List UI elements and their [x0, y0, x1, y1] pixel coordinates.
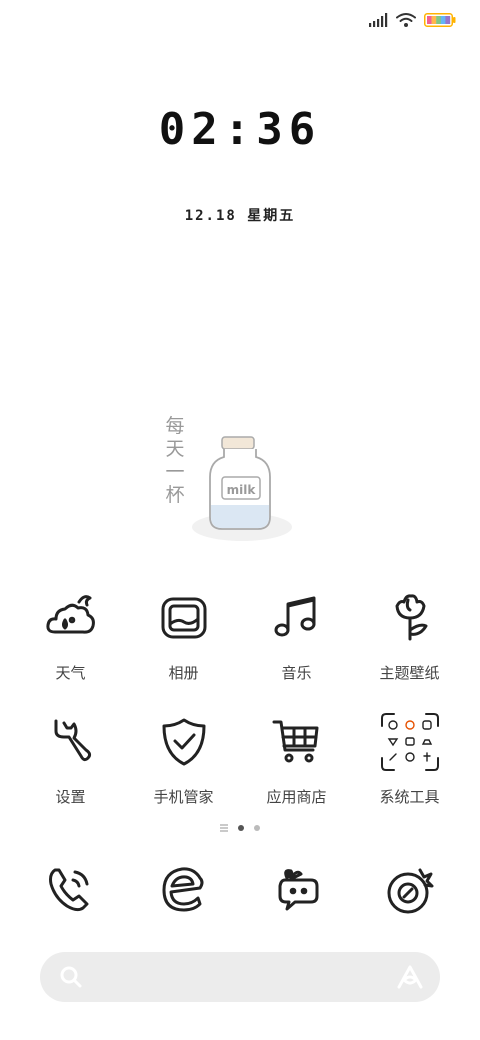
signal-icon — [369, 13, 388, 27]
status-bar — [368, 8, 456, 32]
battery-icon — [424, 13, 456, 27]
messages-icon — [271, 864, 323, 916]
phone-icon — [45, 864, 97, 916]
dock-camera[interactable] — [353, 864, 466, 916]
milk-widget[interactable]: 每 天 一 杯 milk — [150, 405, 310, 555]
music-icon — [271, 592, 323, 644]
settings-icon — [45, 716, 97, 768]
app-label: 系统工具 — [379, 789, 440, 806]
app-label: 音乐 — [281, 665, 312, 682]
app-weather[interactable]: 天气 — [14, 592, 127, 683]
gallery-icon — [158, 592, 210, 644]
app-label: 设置 — [55, 789, 86, 806]
app-row-2: 设置 手机管家 应用商店 系统工具 — [0, 713, 480, 807]
clock-date[interactable]: 12.18 星期五 — [0, 205, 480, 225]
security-icon — [158, 716, 210, 768]
app-label: 应用商店 — [266, 789, 327, 806]
app-music[interactable]: 音乐 — [240, 592, 353, 683]
browser-icon — [158, 864, 210, 916]
app-store-icon — [271, 716, 323, 768]
battery-level-segment — [427, 16, 432, 24]
app-label: 手机管家 — [153, 789, 214, 806]
app-row-1: 天气 相册 音乐 主题壁纸 — [0, 592, 480, 683]
jar-label: milk — [227, 483, 257, 497]
list-view-icon[interactable] — [220, 824, 228, 832]
wifi-icon — [396, 13, 416, 27]
page-indicator[interactable] — [0, 824, 480, 832]
page-dot-active[interactable] — [238, 825, 244, 831]
app-gallery[interactable]: 相册 — [127, 592, 240, 683]
dock — [0, 864, 480, 916]
search-icon[interactable] — [59, 965, 83, 989]
search-bar[interactable] — [40, 952, 440, 1002]
app-folder-system-tools[interactable]: 系统工具 — [353, 713, 466, 807]
page-dot[interactable] — [254, 825, 260, 831]
dock-browser[interactable] — [127, 864, 240, 916]
app-label: 天气 — [55, 665, 86, 682]
app-label: 相册 — [168, 665, 199, 682]
battery-level-segment — [431, 16, 437, 24]
system-tools-folder-icon — [380, 712, 440, 772]
dock-messages[interactable] — [240, 864, 353, 916]
app-label: 主题壁纸 — [379, 665, 440, 682]
clock-time[interactable]: 02:36 — [0, 104, 480, 155]
battery-level-segment — [445, 16, 451, 24]
theme-icon — [384, 592, 436, 644]
app-security[interactable]: 手机管家 — [127, 716, 240, 807]
dock-phone[interactable] — [14, 864, 127, 916]
battery-level-segment — [436, 16, 441, 24]
battery-level-segment — [440, 16, 446, 24]
milk-jar-illustration: milk — [192, 436, 292, 541]
assistant-icon[interactable] — [396, 963, 424, 991]
app-store[interactable]: 应用商店 — [240, 716, 353, 807]
camera-icon — [384, 864, 436, 916]
app-theme[interactable]: 主题壁纸 — [353, 592, 466, 683]
app-settings[interactable]: 设置 — [14, 716, 127, 807]
weather-icon — [45, 592, 97, 644]
